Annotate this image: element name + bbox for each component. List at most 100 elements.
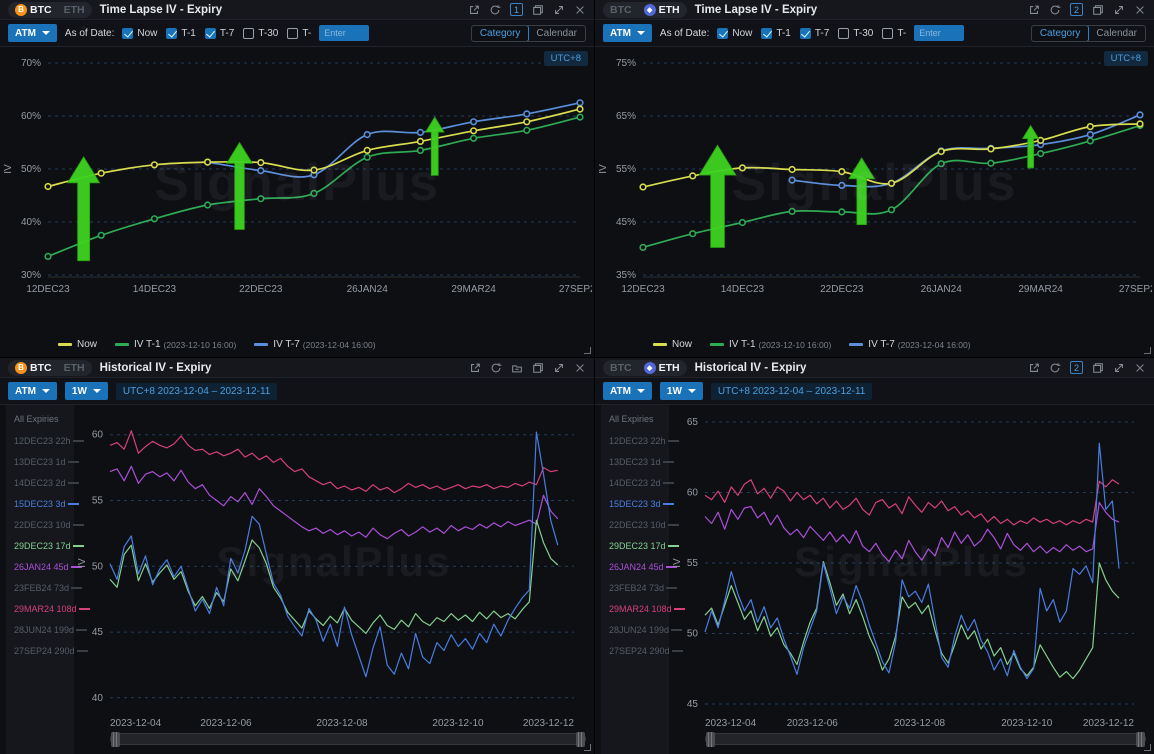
maximize-icon[interactable] [1113, 362, 1125, 374]
checkbox-t-7[interactable]: T-7 [205, 28, 234, 39]
maximize-icon[interactable] [553, 362, 565, 374]
checkbox-unchecked-icon[interactable] [243, 28, 254, 39]
strike-select[interactable]: ATM [8, 382, 57, 400]
expiry-item[interactable]: 29MAR24 108d [6, 598, 74, 619]
refresh-icon[interactable] [489, 4, 501, 16]
expiry-item[interactable]: 13DEC23 1d [601, 451, 669, 472]
currency-tab-btc[interactable]: BTC [606, 362, 636, 374]
window-count-badge[interactable]: 1 [510, 3, 523, 16]
expiry-item[interactable]: 13DEC23 1d [6, 451, 74, 472]
window-count-badge[interactable]: 2 [1070, 361, 1083, 374]
duplicate-icon[interactable] [1092, 362, 1104, 374]
custom-t-input[interactable] [319, 25, 369, 41]
time-scrollbar[interactable] [110, 733, 586, 745]
period-select[interactable]: 1W [65, 382, 108, 400]
duplicate-icon[interactable] [532, 362, 544, 374]
currency-tab-btc[interactable]: B BTC [11, 362, 56, 374]
timelapse-chart[interactable]: 35%45%55%65%75%IV12DEC2314DEC2322DEC2326… [595, 47, 1152, 299]
legend-item[interactable]: Now [58, 332, 97, 357]
scrollbar-handle-left[interactable] [111, 732, 120, 747]
scrollbar-handle-left[interactable] [706, 732, 715, 747]
expiry-item[interactable]: 26JAN24 45d [6, 556, 74, 577]
strike-select[interactable]: ATM [603, 24, 652, 42]
calendar-tab[interactable]: Calendar [1088, 26, 1145, 41]
checkbox-t-7[interactable]: T-7 [800, 28, 829, 39]
close-icon[interactable] [574, 4, 586, 16]
expiry-item[interactable]: 27SEP24 290d [601, 640, 669, 661]
checkbox-t-[interactable]: T- [882, 28, 906, 39]
maximize-icon[interactable] [553, 4, 565, 16]
expiry-item[interactable]: 22DEC23 10d [601, 514, 669, 535]
expiry-item[interactable]: 29MAR24 108d [601, 598, 669, 619]
resize-handle[interactable] [1144, 347, 1151, 354]
checkbox-checked-icon[interactable] [800, 28, 811, 39]
historical-chart[interactable]: 4550556065IV2023-12-042023-12-062023-12-… [669, 405, 1150, 731]
category-tab[interactable]: Category [1031, 25, 1090, 42]
refresh-icon[interactable] [490, 362, 502, 374]
checkbox-t-[interactable]: T- [287, 28, 311, 39]
expiry-item[interactable]: 28JUN24 199d [601, 619, 669, 640]
timelapse-chart[interactable]: 30%40%50%60%70%IV12DEC2314DEC2322DEC2326… [0, 47, 592, 299]
checkbox-t-30[interactable]: T-30 [243, 28, 278, 39]
currency-tab-eth[interactable]: ◆ ETH [640, 362, 684, 374]
timelapse-chart-area[interactable]: SignalPlus UTC+8 30%40%50%60%70%IV12DEC2… [0, 47, 594, 327]
checkbox-t-30[interactable]: T-30 [838, 28, 873, 39]
calendar-tab[interactable]: Calendar [528, 26, 585, 41]
resize-handle[interactable] [584, 347, 591, 354]
currency-tab-eth[interactable]: ◆ ETH [640, 4, 684, 16]
resize-handle[interactable] [1144, 744, 1151, 751]
window-count-badge[interactable]: 2 [1070, 3, 1083, 16]
checkbox-checked-icon[interactable] [717, 28, 728, 39]
expiry-item[interactable]: 29DEC23 17d [6, 535, 74, 556]
expiry-item[interactable]: 12DEC23 22h [6, 430, 74, 451]
refresh-icon[interactable] [1049, 362, 1061, 374]
historical-chart-area[interactable]: SignalPlus 4045505560IV2023-12-042023-12… [74, 405, 594, 754]
currency-tab-eth[interactable]: ETH [60, 4, 89, 16]
legend-item[interactable]: IV T-1(2023-12-10 16:00) [710, 332, 831, 357]
period-select[interactable]: 1W [660, 382, 703, 400]
checkbox-unchecked-icon[interactable] [882, 28, 893, 39]
checkbox-checked-icon[interactable] [761, 28, 772, 39]
checkbox-checked-icon[interactable] [166, 28, 177, 39]
expiry-item[interactable]: 22DEC23 10d [6, 514, 74, 535]
strike-select[interactable]: ATM [8, 24, 57, 42]
checkbox-unchecked-icon[interactable] [838, 28, 849, 39]
checkbox-t-1[interactable]: T-1 [761, 28, 790, 39]
checkbox-t-1[interactable]: T-1 [166, 28, 195, 39]
expiry-item[interactable]: 23FEB24 73d [6, 577, 74, 598]
timelapse-chart-area[interactable]: SignalPlus UTC+8 35%45%55%65%75%IV12DEC2… [595, 47, 1154, 327]
category-tab[interactable]: Category [471, 25, 530, 42]
expiry-item[interactable]: 12DEC23 22h [601, 430, 669, 451]
custom-t-input[interactable] [914, 25, 964, 41]
refresh-icon[interactable] [1049, 4, 1061, 16]
share-icon[interactable] [1028, 362, 1040, 374]
expiry-item[interactable]: 15DEC23 3d [601, 493, 669, 514]
checkbox-now[interactable]: Now [717, 28, 752, 39]
expiry-item[interactable]: 14DEC23 2d [6, 472, 74, 493]
expiry-item[interactable]: 15DEC23 3d [6, 493, 74, 514]
time-scrollbar[interactable] [705, 733, 1146, 745]
historical-chart-area[interactable]: SignalPlus 4550556065IV2023-12-042023-12… [669, 405, 1154, 754]
expiry-item[interactable]: 14DEC23 2d [601, 472, 669, 493]
checkbox-checked-icon[interactable] [122, 28, 133, 39]
checkbox-checked-icon[interactable] [205, 28, 216, 39]
close-icon[interactable] [574, 362, 586, 374]
checkbox-now[interactable]: Now [122, 28, 157, 39]
share-icon[interactable] [469, 362, 481, 374]
expiry-item[interactable]: 28JUN24 199d [6, 619, 74, 640]
close-icon[interactable] [1134, 362, 1146, 374]
currency-tab-btc[interactable]: B BTC [11, 4, 56, 16]
currency-tab-btc[interactable]: BTC [606, 4, 636, 16]
folder-icon[interactable] [511, 362, 523, 374]
legend-item[interactable]: IV T-7(2023-12-04 16:00) [254, 332, 375, 357]
share-icon[interactable] [468, 4, 480, 16]
resize-handle[interactable] [584, 744, 591, 751]
strike-select[interactable]: ATM [603, 382, 652, 400]
maximize-icon[interactable] [1113, 4, 1125, 16]
share-icon[interactable] [1028, 4, 1040, 16]
expiry-item[interactable]: 26JAN24 45d [601, 556, 669, 577]
duplicate-icon[interactable] [1092, 4, 1104, 16]
legend-item[interactable]: IV T-1(2023-12-10 16:00) [115, 332, 236, 357]
legend-item[interactable]: Now [653, 332, 692, 357]
currency-tab-eth[interactable]: ETH [60, 362, 89, 374]
